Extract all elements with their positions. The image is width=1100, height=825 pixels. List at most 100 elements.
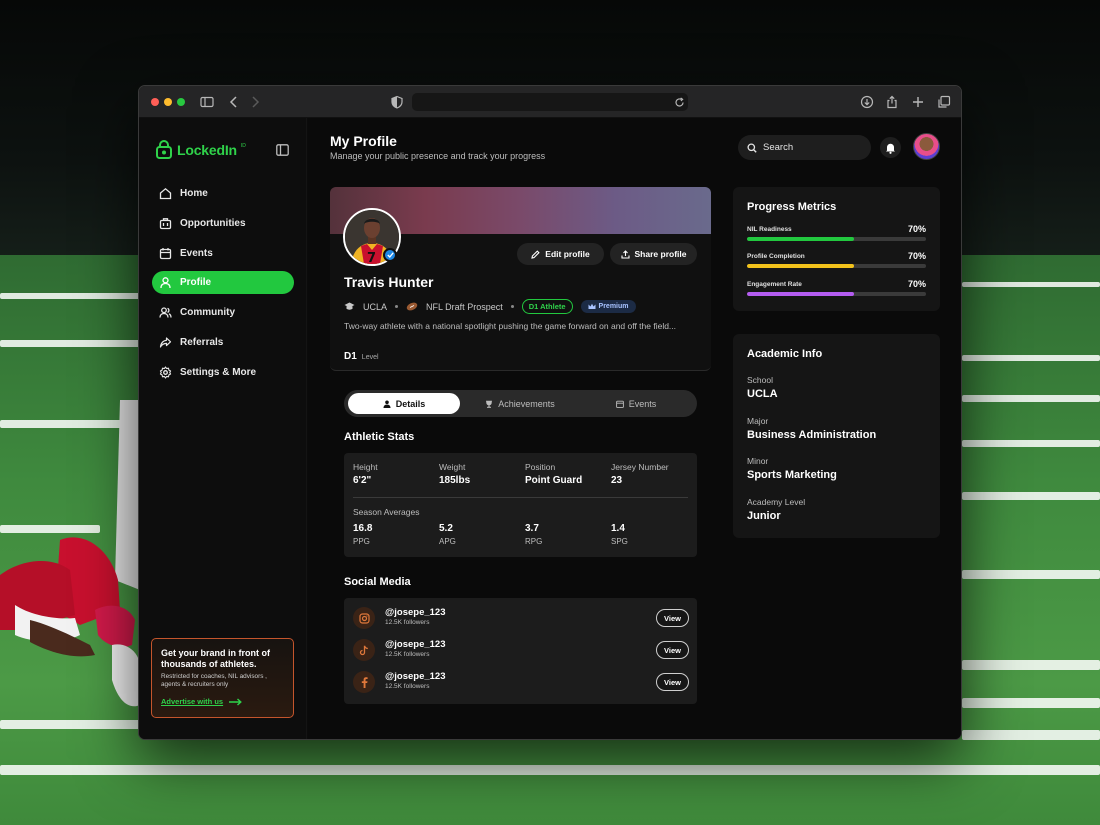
promo-subtitle: Restricted for coaches, NIL advisors , a… <box>161 673 267 688</box>
advertise-promo-card: Get your brand in front of thousands of … <box>151 638 294 718</box>
social-handle: @josepe_123 <box>385 671 446 682</box>
stat-label: Height <box>353 462 378 472</box>
tab-overview-icon[interactable] <box>937 95 951 109</box>
stat-value: 185lbs <box>439 475 471 486</box>
page-title: My Profile <box>330 133 397 149</box>
avg-value: 16.8 <box>353 523 373 534</box>
edit-profile-button[interactable]: Edit profile <box>517 243 604 265</box>
sidebar-item-opportunities[interactable]: Opportunities <box>152 212 294 235</box>
close-window-button[interactable] <box>151 98 159 106</box>
progress-track <box>747 292 926 296</box>
athlete-bio: Two-way athlete with a national spotligh… <box>344 321 677 331</box>
lock-icon <box>156 140 172 159</box>
sidebar-item-settings[interactable]: Settings & More <box>152 361 294 384</box>
profile-card: 7 Edit profile Share profile Travis Hunt… <box>330 187 711 371</box>
sidebar-toggle-icon[interactable] <box>200 95 214 109</box>
yard-line <box>0 293 140 299</box>
stat-label: Jersey Number <box>611 462 669 472</box>
sidebar-item-referrals[interactable]: Referrals <box>152 331 294 354</box>
jersey-number: 7 <box>367 251 376 264</box>
academic-info-card: Academic Info School UCLA Major Business… <box>733 334 940 538</box>
social-followers: 12.5K followers <box>385 619 430 626</box>
calendar-icon <box>159 247 172 259</box>
shield-icon[interactable] <box>390 95 404 109</box>
back-arrow-icon[interactable] <box>227 95 241 109</box>
social-media-title: Social Media <box>344 576 411 588</box>
sidebar-item-label: Referrals <box>180 336 224 348</box>
premium-badge: Premium <box>580 300 636 313</box>
progress-metrics-card: Progress Metrics NIL Readiness 70% Profi… <box>733 187 940 311</box>
social-row-tiktok: @josepe_123 12.5K followers View <box>353 639 689 663</box>
gear-icon <box>159 366 172 379</box>
level-label: Level <box>361 354 379 361</box>
academic-minor: Minor Sports Marketing <box>747 456 837 481</box>
search-input[interactable]: Search <box>738 135 871 160</box>
share-profile-button[interactable]: Share profile <box>610 243 697 265</box>
maximize-window-button[interactable] <box>177 98 185 106</box>
new-tab-icon[interactable] <box>911 95 925 109</box>
social-followers: 12.5K followers <box>385 651 430 658</box>
tab-details[interactable]: Details <box>348 393 460 414</box>
d1-athlete-badge: D1 Athlete <box>521 299 573 314</box>
search-icon <box>747 142 757 153</box>
progress-fill <box>747 237 855 241</box>
avg-ppg: 16.8 PPG <box>353 523 372 546</box>
academic-label: Minor <box>747 456 769 466</box>
yard-line <box>962 395 1100 402</box>
academic-school: School UCLA <box>747 375 778 400</box>
level-value: D1 <box>344 351 357 362</box>
football-icon <box>406 302 418 311</box>
advertise-link[interactable]: Advertise with us <box>161 697 285 706</box>
yard-line <box>962 570 1100 579</box>
tab-events[interactable]: Events <box>580 393 692 414</box>
separator-dot <box>395 305 399 308</box>
academic-value: Sports Marketing <box>747 469 837 481</box>
metric-label: NIL Readiness <box>747 225 792 233</box>
user-icon <box>160 277 171 289</box>
yard-line <box>0 765 1100 775</box>
page-subtitle: Manage your public presence and track yo… <box>330 151 546 161</box>
stat-label: Position <box>525 462 556 472</box>
sidebar-item-label: Home <box>180 188 208 199</box>
minimize-window-button[interactable] <box>164 98 172 106</box>
sidebar-item-events[interactable]: Events <box>152 242 294 265</box>
view-instagram-button[interactable]: View <box>656 609 689 627</box>
bell-icon <box>886 143 895 154</box>
athlete-school: UCLA <box>363 301 388 312</box>
social-handle: @josepe_123 <box>385 607 446 618</box>
football-player-figure <box>0 400 140 707</box>
address-bar[interactable] <box>412 93 688 111</box>
notifications-button[interactable] <box>880 137 901 158</box>
facebook-icon <box>353 671 375 693</box>
tiktok-icon <box>353 639 375 661</box>
view-tiktok-button[interactable]: View <box>656 641 689 659</box>
download-icon[interactable] <box>860 95 874 109</box>
progress-metrics-title: Progress Metrics <box>747 201 837 213</box>
arrow-right-icon <box>229 697 242 706</box>
metric-engagement-rate: Engagement Rate 70% <box>747 279 926 296</box>
sidebar-item-label: Settings & More <box>180 366 257 378</box>
user-avatar[interactable] <box>913 133 940 160</box>
share-icon[interactable] <box>885 95 899 109</box>
athlete-meta: UCLA NFL Draft Prospect D1 Athlete Premi… <box>344 299 636 314</box>
athlete-level: D1 Level <box>344 351 379 362</box>
progress-track <box>747 237 926 241</box>
sidebar-item-home[interactable]: Home <box>152 182 294 205</box>
social-media-card: @josepe_123 12.5K followers View @josepe… <box>344 598 697 704</box>
yard-line <box>962 282 1100 287</box>
lockedin-logo[interactable]: LockedIn ID <box>155 140 246 159</box>
sidebar-nav: Home Opportunities Events Profile Commun… <box>152 182 294 391</box>
athletic-stats-card: Height 6'2" Weight 185lbs Position Point… <box>344 453 697 557</box>
sidebar-item-community[interactable]: Community <box>152 301 294 324</box>
tab-achievements[interactable]: Achievements <box>464 393 576 414</box>
sidebar-item-profile[interactable]: Profile <box>152 271 294 295</box>
verified-badge-icon <box>383 248 397 262</box>
progress-fill <box>747 264 855 268</box>
forward-arrow-icon[interactable] <box>248 95 262 109</box>
academic-label: School <box>747 375 773 385</box>
reload-icon[interactable] <box>674 97 685 108</box>
calendar-icon <box>615 400 624 408</box>
metric-value: 70% <box>907 279 926 289</box>
view-facebook-button[interactable]: View <box>656 673 689 691</box>
collapse-sidebar-icon[interactable] <box>276 144 289 156</box>
